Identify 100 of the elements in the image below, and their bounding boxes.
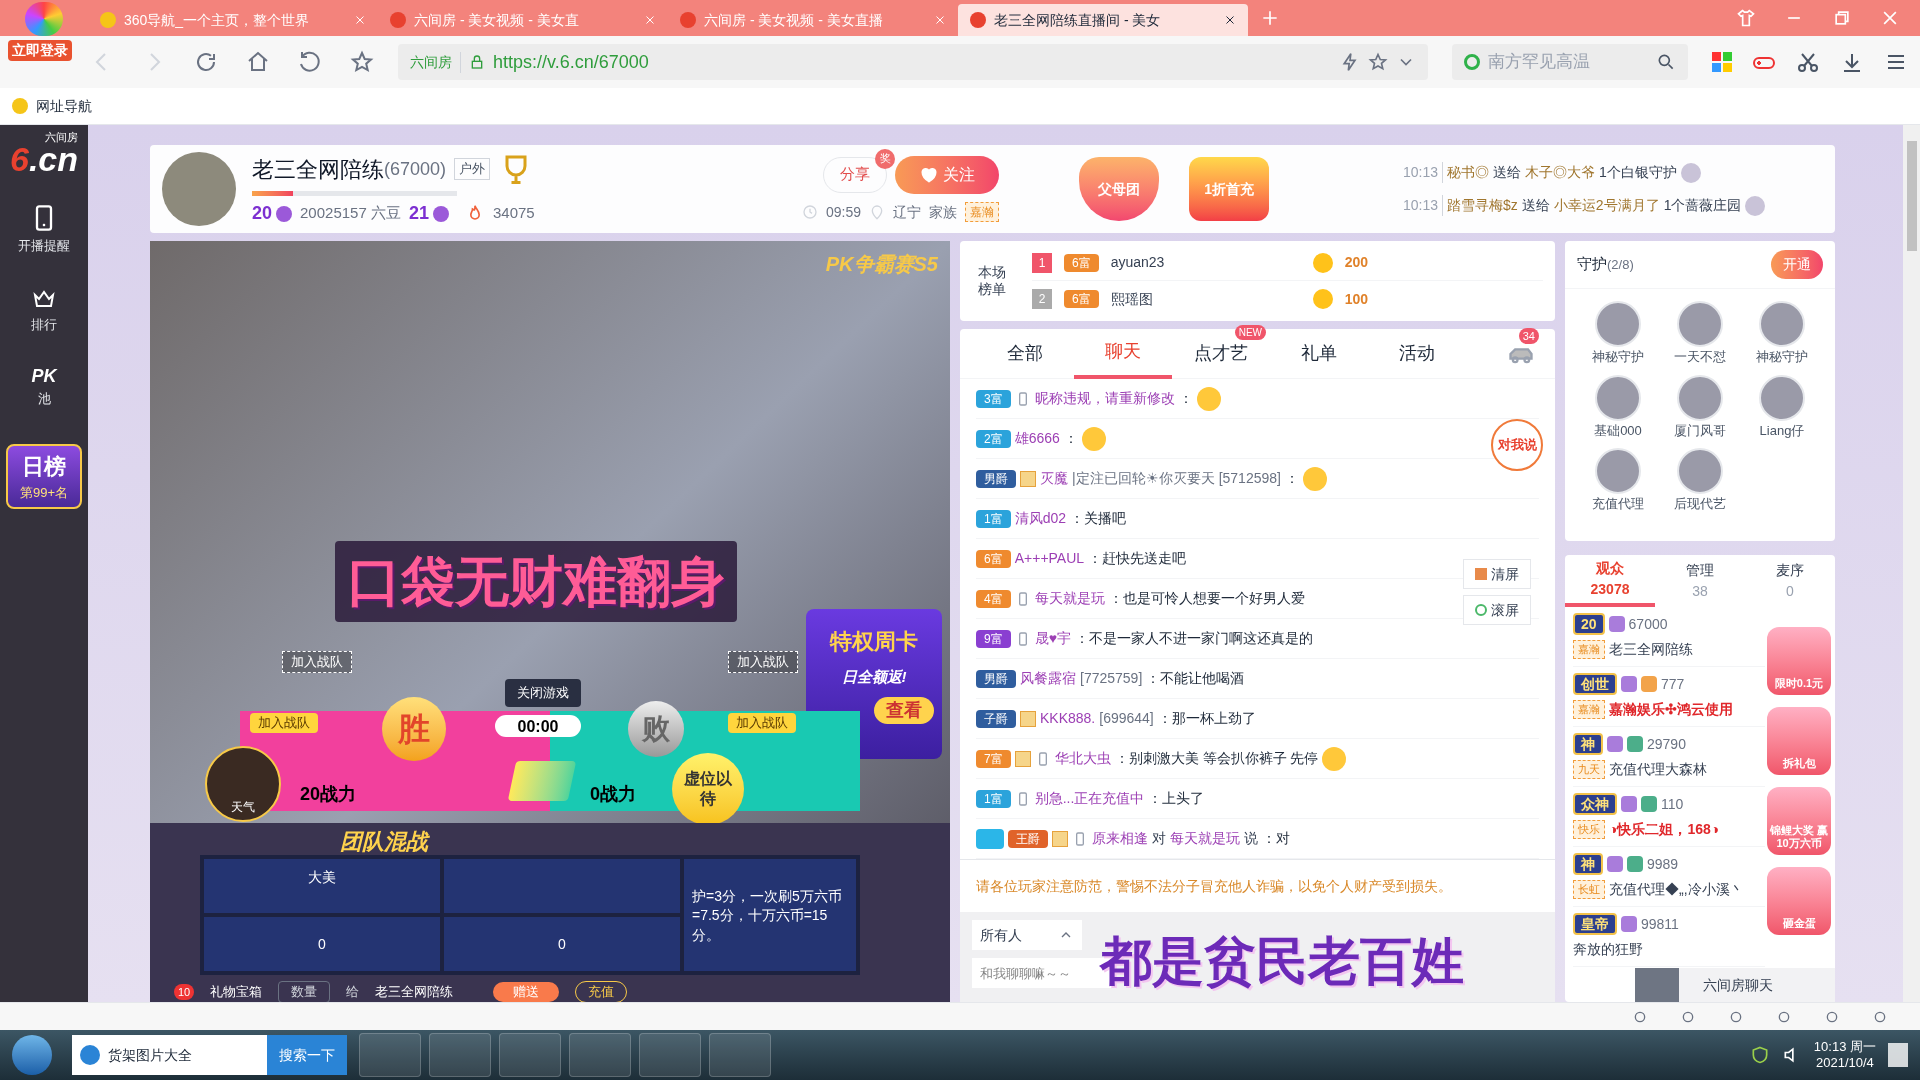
family-badge: 九天 bbox=[1573, 760, 1605, 779]
user-id: 9989 bbox=[1647, 854, 1679, 874]
sidebar-item[interactable]: 排行 bbox=[18, 275, 70, 347]
user-icon bbox=[1020, 470, 1036, 487]
star-level: 21 bbox=[408, 202, 429, 225]
guard-avatar bbox=[1677, 374, 1723, 421]
feed-time: 10:13 bbox=[1403, 195, 1444, 216]
target-name: 每天就是玩 bbox=[1170, 829, 1240, 848]
star-level-icon bbox=[432, 205, 449, 222]
room-id: (67000) bbox=[384, 157, 447, 181]
audience-tab[interactable]: 麦序 0 bbox=[1745, 555, 1835, 607]
team-battle-logo: 团队混战 bbox=[340, 828, 428, 856]
side-button[interactable]: 清屏 bbox=[1463, 559, 1531, 589]
level-badge: 4富 bbox=[976, 589, 1011, 608]
gift-count-badge: 10 bbox=[174, 983, 195, 1001]
user-name: 充值代理大森林 bbox=[1609, 760, 1707, 779]
side-button[interactable]: 滚屏 bbox=[1463, 595, 1531, 625]
daily-rank-badge[interactable]: 日榜 第99+名 bbox=[6, 444, 82, 509]
wealth-icon bbox=[276, 205, 293, 222]
win-badge: 胜 bbox=[382, 697, 446, 761]
chat-tab[interactable]: 聊天 bbox=[1074, 328, 1172, 379]
family-badge: 快乐 bbox=[1573, 820, 1605, 839]
user-name: 熙瑶图 bbox=[1110, 289, 1154, 309]
user-name: KKK888. bbox=[1040, 709, 1096, 728]
reward-badge: 奖 bbox=[875, 148, 896, 169]
rank-title-badge: 20 bbox=[1573, 613, 1605, 635]
join-team-button[interactable]: 加入战队 bbox=[728, 651, 798, 673]
search-button[interactable]: 搜索一下 bbox=[267, 1035, 347, 1075]
whisper-word: 对 bbox=[1152, 829, 1166, 848]
message-text: ：不能让他喝酒 bbox=[1146, 669, 1245, 688]
wealth-level: 20 bbox=[252, 202, 273, 225]
rank-number: 1 bbox=[1032, 252, 1052, 273]
logo-subtitle: 六间房 bbox=[45, 130, 78, 145]
new-tab-icon[interactable] bbox=[1260, 8, 1280, 28]
recipient-dropdown[interactable]: 所有人 bbox=[972, 920, 1082, 950]
close-tab-icon[interactable] bbox=[1224, 14, 1236, 26]
user-name: 晟♥宇 bbox=[1034, 629, 1071, 648]
join-team-button[interactable]: 加入战队 bbox=[728, 713, 796, 733]
guard-avatar bbox=[1759, 301, 1805, 347]
chat-room-button[interactable]: 六间房聊天 bbox=[1635, 968, 1835, 1002]
close-game-button[interactable]: 关闭游戏 bbox=[505, 679, 581, 707]
bookmark-link[interactable]: 网址导航 bbox=[36, 95, 92, 117]
user-name: A+++PAUL bbox=[1014, 549, 1085, 568]
undo-icon[interactable] bbox=[298, 50, 322, 74]
chat-tab[interactable]: 活动 bbox=[1368, 328, 1466, 379]
home-icon[interactable] bbox=[246, 50, 270, 74]
chat-tab[interactable]: 礼单 bbox=[1270, 328, 1368, 379]
message-text: ：别刺激大美 等会扒你裤子 先停 bbox=[1114, 749, 1319, 768]
safety-notice: 请各位玩家注意防范，警惕不法分子冒充他人诈骗，以免个人财产受到损失。 bbox=[960, 859, 1555, 897]
browser-tab[interactable]: 老三全网陪练直播间 - 美女 bbox=[958, 4, 1248, 36]
chat-tab[interactable]: 全部 bbox=[976, 328, 1074, 379]
guard-avatar bbox=[1595, 374, 1641, 421]
talk-to-me-button[interactable]: 对我说 bbox=[1491, 419, 1543, 471]
apps-icon[interactable] bbox=[1712, 52, 1732, 72]
level-badge: 3富 bbox=[976, 389, 1011, 408]
guard-avatar bbox=[1759, 374, 1805, 421]
message-text: ： bbox=[1284, 469, 1299, 488]
message-text: ：对 bbox=[1262, 829, 1290, 848]
site-badge: 六间房 bbox=[410, 51, 461, 73]
start-button[interactable] bbox=[12, 1035, 52, 1075]
emoji-icon bbox=[1196, 386, 1221, 411]
user-name: 嘉瀚娱乐✣鸿云使用 bbox=[1609, 700, 1733, 719]
message-text: ：那一杯上劲了 bbox=[1157, 709, 1256, 728]
sidebar-item[interactable]: PK 池 bbox=[18, 354, 70, 420]
daily-rank-value: 第99+名 bbox=[19, 484, 69, 502]
guard-name: 基础000 bbox=[1594, 421, 1642, 440]
family-badge: 长虹 bbox=[1573, 880, 1605, 899]
message-text: ： bbox=[1063, 429, 1078, 448]
star-icon[interactable] bbox=[1368, 52, 1388, 72]
guard-avatar bbox=[1677, 448, 1723, 494]
star-icon[interactable] bbox=[350, 50, 374, 74]
taskbar-search-field[interactable]: 货架图片大全 bbox=[72, 1035, 267, 1075]
feed-time: 10:13 bbox=[1403, 162, 1444, 183]
sidebar-item[interactable]: 开播提醒 bbox=[18, 191, 70, 267]
message-text: ：不是一家人不进一家门啊这还真是的 bbox=[1075, 629, 1313, 648]
shirt-icon[interactable] bbox=[1736, 8, 1756, 28]
search-engine-icon bbox=[1464, 54, 1480, 70]
score: 100 bbox=[1344, 289, 1369, 309]
audience-tab[interactable]: 观众 23078 bbox=[1565, 555, 1655, 607]
sender-name: 踏雪寻梅$z bbox=[1447, 196, 1518, 215]
system-clock[interactable]: 10:13 周一 2021/10/4 bbox=[1813, 1038, 1876, 1072]
login-button[interactable]: 立即登录 bbox=[8, 40, 72, 61]
user-id: 67000 bbox=[1628, 614, 1668, 634]
audience-tab[interactable]: 管理 38 bbox=[1655, 555, 1745, 607]
level-badge: 1富 bbox=[976, 789, 1011, 808]
user-name: 昵称违规，请重新修改 bbox=[1034, 389, 1175, 408]
guard-name: 神秘守护 bbox=[1756, 348, 1808, 366]
card-subtitle: 日全额返! bbox=[841, 667, 907, 687]
category-tag: 户外 bbox=[454, 158, 491, 180]
guard-count: (2/8) bbox=[1607, 255, 1634, 274]
join-team-button[interactable]: 加入战队 bbox=[250, 713, 318, 733]
view-button[interactable]: 查看 bbox=[874, 696, 934, 724]
card-title: 特权周卡 bbox=[830, 628, 918, 656]
gift-name: 1个白银守护 bbox=[1599, 163, 1677, 182]
user-name: 清风d02 bbox=[1014, 509, 1067, 528]
restore-icon[interactable] bbox=[1832, 8, 1852, 28]
user-name: 充值代理◆„,冷小溪丶 bbox=[1609, 880, 1744, 899]
join-team-button[interactable]: 加入战队 bbox=[282, 651, 352, 673]
user-name: 老三全网陪练 bbox=[1609, 640, 1693, 659]
level-badge: 王爵 bbox=[1008, 829, 1048, 848]
